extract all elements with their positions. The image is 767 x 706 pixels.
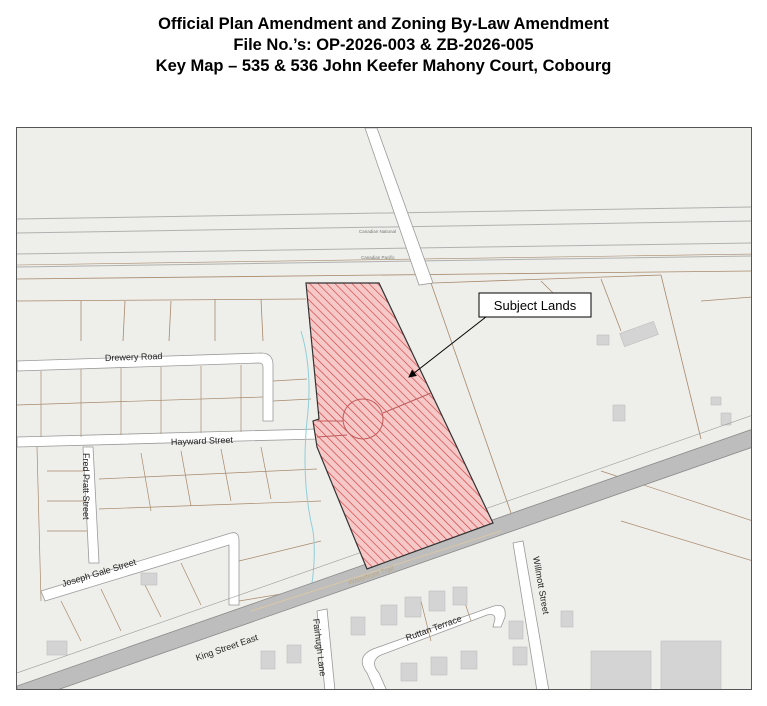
building <box>400 662 418 682</box>
title-line-3: Key Map – 535 & 536 John Keefer Mahony C… <box>155 57 612 75</box>
building <box>660 640 722 689</box>
building <box>460 650 478 670</box>
building <box>560 610 574 628</box>
building <box>46 640 68 656</box>
label-drewery-road: Drewery Road <box>105 351 163 363</box>
building <box>380 604 398 626</box>
key-map-svg: Drewery Road Hayward Street Fred Pratt S… <box>17 128 751 689</box>
building <box>140 572 158 586</box>
title-line-1: Official Plan Amendment and Zoning By-La… <box>158 15 609 33</box>
map-title: Official Plan Amendment and Zoning By-La… <box>0 14 767 77</box>
label-rail-upper: Canadian National <box>359 229 396 234</box>
building <box>508 620 524 640</box>
label-rail-lower: Canadian Pacific <box>361 255 396 260</box>
building <box>350 616 366 636</box>
label-fred-pratt-street: Fred Pratt Street <box>81 453 91 520</box>
building <box>428 590 446 612</box>
building <box>452 586 468 606</box>
building <box>590 650 652 689</box>
callout-subject-lands: Subject Lands <box>494 298 577 313</box>
building <box>260 650 276 670</box>
title-line-2: File No.’s: OP-2026-003 & ZB-2026-005 <box>233 36 534 54</box>
key-map: Drewery Road Hayward Street Fred Pratt S… <box>16 127 752 690</box>
building <box>430 656 448 676</box>
building <box>286 644 302 664</box>
building <box>596 334 610 346</box>
building <box>404 596 422 618</box>
building <box>612 404 626 422</box>
building <box>512 646 528 666</box>
building <box>710 396 722 406</box>
